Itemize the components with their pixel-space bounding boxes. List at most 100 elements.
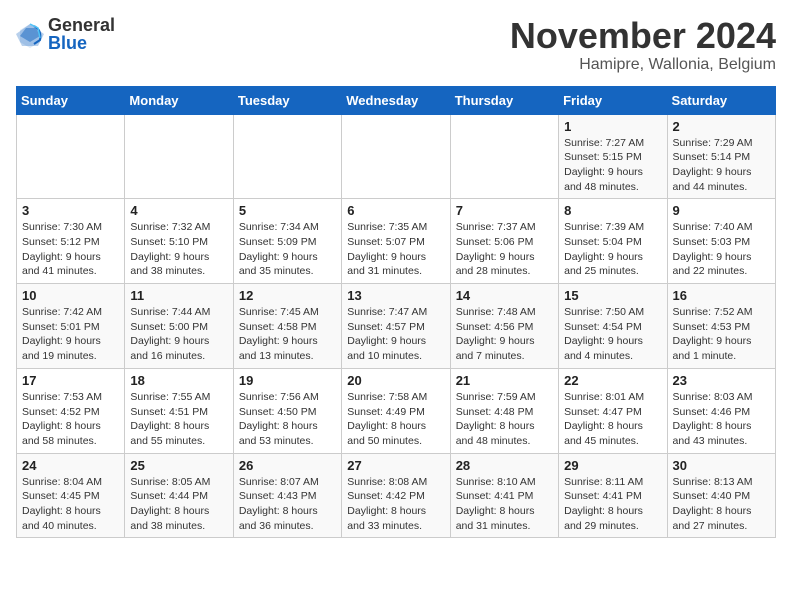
day-number: 25 — [130, 458, 227, 473]
calendar-cell: 30Sunrise: 8:13 AM Sunset: 4:40 PM Dayli… — [667, 453, 775, 538]
day-info: Sunrise: 8:01 AM Sunset: 4:47 PM Dayligh… — [564, 390, 661, 449]
calendar-cell: 8 Sunrise: 7:39 AM Sunset: 5:04 PM Daylig… — [559, 199, 667, 284]
day-number: 22 — [564, 373, 661, 388]
day-number: 9 — [673, 203, 770, 218]
day-info: Sunrise: 8:07 AM Sunset: 4:43 PM Dayligh… — [239, 475, 336, 534]
calendar-cell: 7 Sunrise: 7:37 AM Sunset: 5:06 PM Daylig… — [450, 199, 558, 284]
day-info: Sunrise: 7:45 AM Sunset: 4:58 PM Dayligh… — [239, 305, 336, 364]
weekday-header-wednesday: Wednesday — [342, 86, 450, 114]
calendar-cell: 25 Sunrise: 8:05 AM Sunset: 4:44 PM Dayli… — [125, 453, 233, 538]
day-info: Sunrise: 7:47 AM Sunset: 4:57 PM Dayligh… — [347, 305, 444, 364]
day-info: Sunrise: 7:32 AM Sunset: 5:10 PM Dayligh… — [130, 220, 227, 279]
calendar-cell: 22 Sunrise: 8:01 AM Sunset: 4:47 PM Dayli… — [559, 368, 667, 453]
day-info: Sunrise: 8:10 AM Sunset: 4:41 PM Dayligh… — [456, 475, 553, 534]
calendar-cell — [450, 114, 558, 199]
weekday-header-sunday: Sunday — [17, 86, 125, 114]
calendar-cell: 20 Sunrise: 7:58 AM Sunset: 4:49 PM Dayli… — [342, 368, 450, 453]
month-title: November 2024 — [510, 16, 776, 56]
header-area: General Blue November 2024 Hamipre, Wall… — [16, 16, 776, 74]
day-info: Sunrise: 8:11 AM Sunset: 4:41 PM Dayligh… — [564, 475, 661, 534]
day-number: 26 — [239, 458, 336, 473]
weekday-header-saturday: Saturday — [667, 86, 775, 114]
calendar-cell: 3Sunrise: 7:30 AM Sunset: 5:12 PM Daylig… — [17, 199, 125, 284]
day-info: Sunrise: 7:37 AM Sunset: 5:06 PM Dayligh… — [456, 220, 553, 279]
calendar-cell: 21 Sunrise: 7:59 AM Sunset: 4:48 PM Dayli… — [450, 368, 558, 453]
day-number: 11 — [130, 288, 227, 303]
day-info: Sunrise: 7:52 AM Sunset: 4:53 PM Dayligh… — [673, 305, 770, 364]
day-info: Sunrise: 7:27 AM Sunset: 5:15 PM Dayligh… — [564, 136, 661, 195]
day-info: Sunrise: 7:55 AM Sunset: 4:51 PM Dayligh… — [130, 390, 227, 449]
calendar-cell: 2 Sunrise: 7:29 AM Sunset: 5:14 PM Daylig… — [667, 114, 775, 199]
day-info: Sunrise: 7:53 AM Sunset: 4:52 PM Dayligh… — [22, 390, 119, 449]
day-number: 10 — [22, 288, 119, 303]
day-info: Sunrise: 7:48 AM Sunset: 4:56 PM Dayligh… — [456, 305, 553, 364]
day-info: Sunrise: 7:50 AM Sunset: 4:54 PM Dayligh… — [564, 305, 661, 364]
location-title: Hamipre, Wallonia, Belgium — [510, 56, 776, 74]
day-number: 3 — [22, 203, 119, 218]
week-row-4: 17 Sunrise: 7:53 AM Sunset: 4:52 PM Dayli… — [17, 368, 776, 453]
calendar-cell — [233, 114, 341, 199]
calendar-cell: 6Sunrise: 7:35 AM Sunset: 5:07 PM Daylig… — [342, 199, 450, 284]
calendar-cell: 29Sunrise: 8:11 AM Sunset: 4:41 PM Dayli… — [559, 453, 667, 538]
calendar-cell: 4 Sunrise: 7:32 AM Sunset: 5:10 PM Daylig… — [125, 199, 233, 284]
day-info: Sunrise: 8:13 AM Sunset: 4:40 PM Dayligh… — [673, 475, 770, 534]
day-info: Sunrise: 7:59 AM Sunset: 4:48 PM Dayligh… — [456, 390, 553, 449]
day-info: Sunrise: 7:34 AM Sunset: 5:09 PM Dayligh… — [239, 220, 336, 279]
day-number: 2 — [673, 119, 770, 134]
calendar-cell — [125, 114, 233, 199]
weekday-header-row: SundayMondayTuesdayWednesdayThursdayFrid… — [17, 86, 776, 114]
calendar-cell: 24Sunrise: 8:04 AM Sunset: 4:45 PM Dayli… — [17, 453, 125, 538]
calendar-cell: 18Sunrise: 7:55 AM Sunset: 4:51 PM Dayli… — [125, 368, 233, 453]
calendar-cell: 16 Sunrise: 7:52 AM Sunset: 4:53 PM Dayli… — [667, 284, 775, 369]
day-info: Sunrise: 7:39 AM Sunset: 5:04 PM Dayligh… — [564, 220, 661, 279]
day-number: 12 — [239, 288, 336, 303]
day-number: 21 — [456, 373, 553, 388]
calendar-cell — [342, 114, 450, 199]
calendar-cell: 15Sunrise: 7:50 AM Sunset: 4:54 PM Dayli… — [559, 284, 667, 369]
title-area: November 2024 Hamipre, Wallonia, Belgium — [510, 16, 776, 74]
calendar-cell: 10Sunrise: 7:42 AM Sunset: 5:01 PM Dayli… — [17, 284, 125, 369]
logo-icon — [16, 20, 44, 48]
day-number: 23 — [673, 373, 770, 388]
calendar-cell: 26 Sunrise: 8:07 AM Sunset: 4:43 PM Dayli… — [233, 453, 341, 538]
day-info: Sunrise: 7:58 AM Sunset: 4:49 PM Dayligh… — [347, 390, 444, 449]
day-number: 20 — [347, 373, 444, 388]
day-number: 8 — [564, 203, 661, 218]
calendar-cell: 28 Sunrise: 8:10 AM Sunset: 4:41 PM Dayli… — [450, 453, 558, 538]
week-row-3: 10Sunrise: 7:42 AM Sunset: 5:01 PM Dayli… — [17, 284, 776, 369]
calendar-cell: 12 Sunrise: 7:45 AM Sunset: 4:58 PM Dayli… — [233, 284, 341, 369]
calendar-cell: 5 Sunrise: 7:34 AM Sunset: 5:09 PM Daylig… — [233, 199, 341, 284]
calendar-cell: 9 Sunrise: 7:40 AM Sunset: 5:03 PM Daylig… — [667, 199, 775, 284]
calendar-cell: 1 Sunrise: 7:27 AM Sunset: 5:15 PM Daylig… — [559, 114, 667, 199]
calendar-cell: 17 Sunrise: 7:53 AM Sunset: 4:52 PM Dayli… — [17, 368, 125, 453]
day-number: 7 — [456, 203, 553, 218]
day-info: Sunrise: 8:05 AM Sunset: 4:44 PM Dayligh… — [130, 475, 227, 534]
day-number: 4 — [130, 203, 227, 218]
day-info: Sunrise: 7:44 AM Sunset: 5:00 PM Dayligh… — [130, 305, 227, 364]
day-number: 14 — [456, 288, 553, 303]
day-number: 27 — [347, 458, 444, 473]
day-number: 16 — [673, 288, 770, 303]
calendar-cell: 11 Sunrise: 7:44 AM Sunset: 5:00 PM Dayli… — [125, 284, 233, 369]
day-info: Sunrise: 7:29 AM Sunset: 5:14 PM Dayligh… — [673, 136, 770, 195]
logo-text: General Blue — [48, 16, 115, 52]
weekday-header-monday: Monday — [125, 86, 233, 114]
day-number: 1 — [564, 119, 661, 134]
day-number: 6 — [347, 203, 444, 218]
calendar-cell: 13Sunrise: 7:47 AM Sunset: 4:57 PM Dayli… — [342, 284, 450, 369]
week-row-2: 3Sunrise: 7:30 AM Sunset: 5:12 PM Daylig… — [17, 199, 776, 284]
week-row-5: 24Sunrise: 8:04 AM Sunset: 4:45 PM Dayli… — [17, 453, 776, 538]
week-row-1: 1 Sunrise: 7:27 AM Sunset: 5:15 PM Daylig… — [17, 114, 776, 199]
weekday-header-tuesday: Tuesday — [233, 86, 341, 114]
day-info: Sunrise: 8:03 AM Sunset: 4:46 PM Dayligh… — [673, 390, 770, 449]
calendar-cell — [17, 114, 125, 199]
day-number: 19 — [239, 373, 336, 388]
day-number: 17 — [22, 373, 119, 388]
day-info: Sunrise: 8:08 AM Sunset: 4:42 PM Dayligh… — [347, 475, 444, 534]
calendar-cell: 23 Sunrise: 8:03 AM Sunset: 4:46 PM Dayli… — [667, 368, 775, 453]
day-number: 5 — [239, 203, 336, 218]
logo: General Blue — [16, 16, 115, 52]
day-info: Sunrise: 7:40 AM Sunset: 5:03 PM Dayligh… — [673, 220, 770, 279]
day-number: 28 — [456, 458, 553, 473]
calendar-table: SundayMondayTuesdayWednesdayThursdayFrid… — [16, 86, 776, 539]
